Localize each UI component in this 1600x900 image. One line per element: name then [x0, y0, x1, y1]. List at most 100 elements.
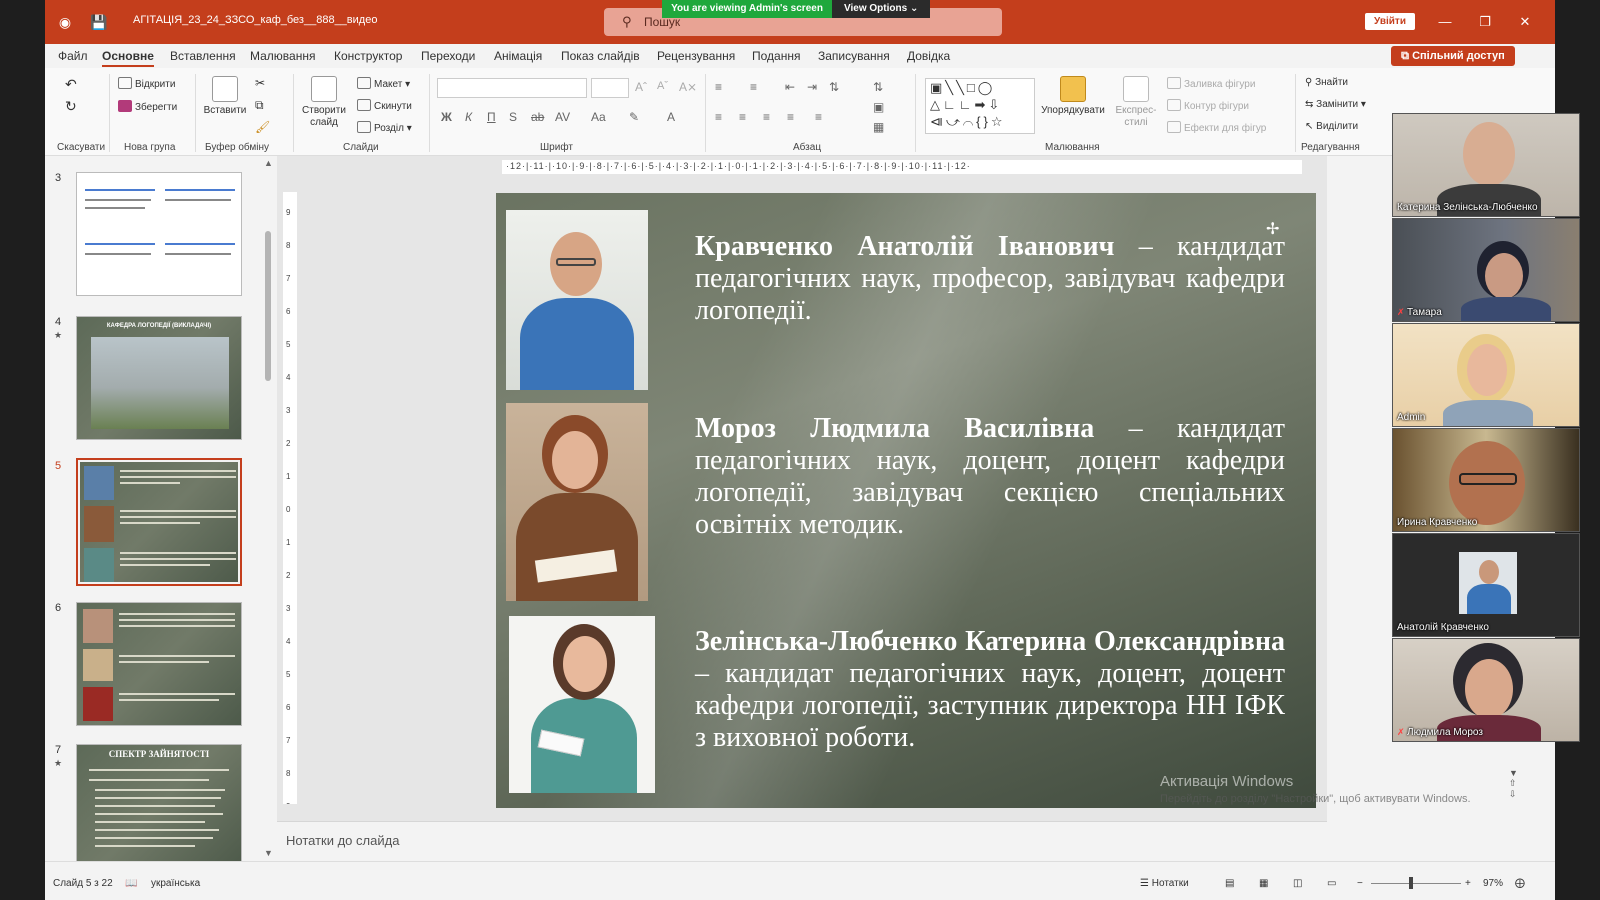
previous-slide-icon[interactable]: ⇧	[1509, 778, 1523, 789]
layout-button[interactable]: Макет ▾	[357, 77, 410, 90]
restore-icon[interactable]: ❐	[1473, 12, 1497, 32]
justify-icon[interactable]: ≡	[787, 110, 794, 124]
open-button[interactable]: Відкрити	[118, 77, 175, 90]
smartart-icon[interactable]: ▦	[873, 120, 884, 134]
notes-toggle[interactable]: ☰ Нотатки	[1140, 878, 1189, 889]
tab-insert[interactable]: Вставлення	[170, 49, 236, 63]
save-icon[interactable]: 💾	[89, 12, 109, 32]
bio-text-3[interactable]: Зелінська-Любченко Катерина Олександрівн…	[695, 626, 1285, 754]
redo-icon[interactable]: ↻	[65, 98, 77, 115]
increase-font-icon[interactable]: Aˆ	[635, 80, 647, 94]
shadow-button[interactable]: S	[509, 110, 517, 124]
zoom-level[interactable]: 97%	[1483, 878, 1503, 889]
quick-styles-button[interactable]: Експрес-стилі	[1109, 76, 1163, 129]
tab-review[interactable]: Рецензування	[657, 49, 735, 63]
font-size-select[interactable]	[591, 78, 629, 98]
scrollbar-thumb[interactable]	[265, 231, 271, 381]
slide-sorter-icon[interactable]: ▦	[1259, 878, 1268, 889]
close-icon[interactable]: ✕	[1513, 12, 1537, 32]
scroll-down-icon[interactable]: ▼	[1509, 768, 1523, 778]
cut-icon[interactable]: ✂	[255, 76, 265, 90]
paste-button[interactable]: Вставити	[203, 76, 247, 117]
scroll-down-icon[interactable]: ▼	[264, 848, 273, 858]
language-indicator[interactable]: українська	[151, 878, 200, 889]
notes-pane[interactable]: Нотатки до слайда	[277, 821, 1327, 861]
char-spacing-icon[interactable]: AV	[555, 110, 570, 124]
increase-indent-icon[interactable]: ⇥	[807, 80, 817, 94]
bio-text-1[interactable]: Кравченко Анатолій Іванович – кандидат п…	[695, 231, 1285, 327]
zoom-slider-thumb[interactable]	[1409, 877, 1413, 889]
tab-draw[interactable]: Малювання	[250, 49, 315, 63]
font-color-icon[interactable]: A	[667, 110, 675, 124]
tab-transitions[interactable]: Переходи	[421, 49, 475, 63]
tab-design[interactable]: Конструктор	[334, 49, 402, 63]
save-button[interactable]: Зберегти	[118, 100, 177, 113]
sign-in-button[interactable]: Увійти	[1365, 13, 1415, 30]
zoom-out-icon[interactable]: −	[1357, 878, 1363, 889]
decrease-indent-icon[interactable]: ⇤	[785, 80, 795, 94]
shape-fill-button[interactable]: Заливка фігури	[1167, 77, 1255, 90]
text-direction-icon[interactable]: ⇅	[873, 80, 883, 94]
document-title[interactable]: АГІТАЦІЯ_23_24_ЗЗСО_каф_без__888__видео	[133, 14, 377, 26]
thumbnail-scrollbar[interactable]: ▲ ▼	[262, 156, 274, 861]
align-center-icon[interactable]: ≡	[739, 110, 746, 124]
bold-button[interactable]: Ж	[441, 110, 452, 124]
tab-home[interactable]: Основне	[102, 49, 154, 67]
align-right-icon[interactable]: ≡	[763, 110, 770, 124]
tab-slideshow[interactable]: Показ слайдів	[561, 49, 640, 63]
columns-icon[interactable]: ≡	[815, 110, 822, 124]
underline-button[interactable]: П	[487, 110, 496, 124]
normal-view-icon[interactable]: ▤	[1225, 878, 1234, 889]
numbering-icon[interactable]: ≡	[750, 80, 757, 94]
participant-tile[interactable]: Admin	[1392, 323, 1580, 427]
select-button[interactable]: ↖ Виділити	[1305, 121, 1358, 132]
zoom-in-icon[interactable]: +	[1465, 878, 1471, 889]
slide-canvas[interactable]: Кравченко Анатолій Іванович – кандидат п…	[496, 193, 1316, 808]
bullets-icon[interactable]: ≡	[715, 80, 722, 94]
undo-icon[interactable]: ↶	[65, 76, 77, 93]
tab-file[interactable]: Файл	[58, 49, 88, 63]
slide-thumbnail-7[interactable]: СПЕКТР ЗАЙНЯТОСТІ	[76, 744, 242, 868]
zoom-slider[interactable]	[1371, 883, 1461, 884]
shapes-gallery[interactable]: ▣╲╲□◯ △∟∟➡⇩ ⧏⤻⌒{}☆	[925, 78, 1035, 134]
accessibility-icon[interactable]: 📖	[125, 878, 137, 889]
format-painter-icon[interactable]: 🖌	[255, 120, 270, 134]
reset-button[interactable]: Скинути	[357, 99, 412, 112]
clear-format-icon[interactable]: A⨯	[679, 80, 697, 94]
portrait-photo-3[interactable]	[509, 616, 655, 793]
strikethrough-icon[interactable]: ab	[531, 110, 544, 124]
font-name-select[interactable]	[437, 78, 587, 98]
decrease-font-icon[interactable]: Aˇ	[657, 80, 668, 92]
participant-tile[interactable]: Ирина Кравченко	[1392, 428, 1580, 532]
tab-animations[interactable]: Анімація	[494, 49, 542, 63]
shape-effects-button[interactable]: Ефекти для фігур	[1167, 121, 1266, 134]
slide-nav-arrows[interactable]: ▼ ⇧ ⇩	[1509, 768, 1523, 818]
shape-outline-button[interactable]: Контур фігури	[1167, 99, 1249, 112]
slideshow-icon[interactable]: ▭	[1327, 878, 1336, 889]
portrait-photo-1[interactable]	[506, 210, 648, 390]
change-case-icon[interactable]: Aa	[591, 110, 606, 124]
participant-tile[interactable]: Анатолій Кравченко	[1392, 533, 1580, 637]
reading-view-icon[interactable]: ◫	[1293, 878, 1302, 889]
copy-icon[interactable]: ⧉	[255, 98, 264, 113]
find-button[interactable]: ⚲ Знайти	[1305, 77, 1348, 88]
bio-text-2[interactable]: Мороз Людмила Василівна – кандидат педаг…	[695, 413, 1285, 541]
tab-view[interactable]: Подання	[752, 49, 800, 63]
slide-thumbnail-4[interactable]: КАФЕДРА ЛОГОПЕДІЇ (ВИКЛАДАЧІ)	[76, 316, 242, 440]
align-text-icon[interactable]: ▣	[873, 100, 884, 114]
slide-thumbnail-6[interactable]	[76, 602, 242, 726]
line-spacing-icon[interactable]: ⇅	[829, 80, 839, 94]
view-options-button[interactable]: View Options ⌄	[832, 0, 930, 18]
align-left-icon[interactable]: ≡	[715, 110, 722, 124]
section-button[interactable]: Розділ ▾	[357, 121, 412, 134]
italic-button[interactable]: К	[465, 110, 472, 124]
highlight-icon[interactable]: ✎	[629, 110, 639, 124]
participant-tile[interactable]: ✗ Тамара	[1392, 218, 1580, 322]
slide-thumbnail-5[interactable]	[76, 458, 242, 586]
tab-record[interactable]: Записування	[818, 49, 890, 63]
replace-button[interactable]: ⇆ Замінити ▾	[1305, 99, 1366, 110]
share-button[interactable]: ⧉ Спільний доступ	[1391, 46, 1515, 66]
slide-thumbnail-3[interactable]	[76, 172, 242, 296]
minimize-icon[interactable]: —	[1433, 12, 1457, 32]
tab-help[interactable]: Довідка	[907, 49, 950, 63]
